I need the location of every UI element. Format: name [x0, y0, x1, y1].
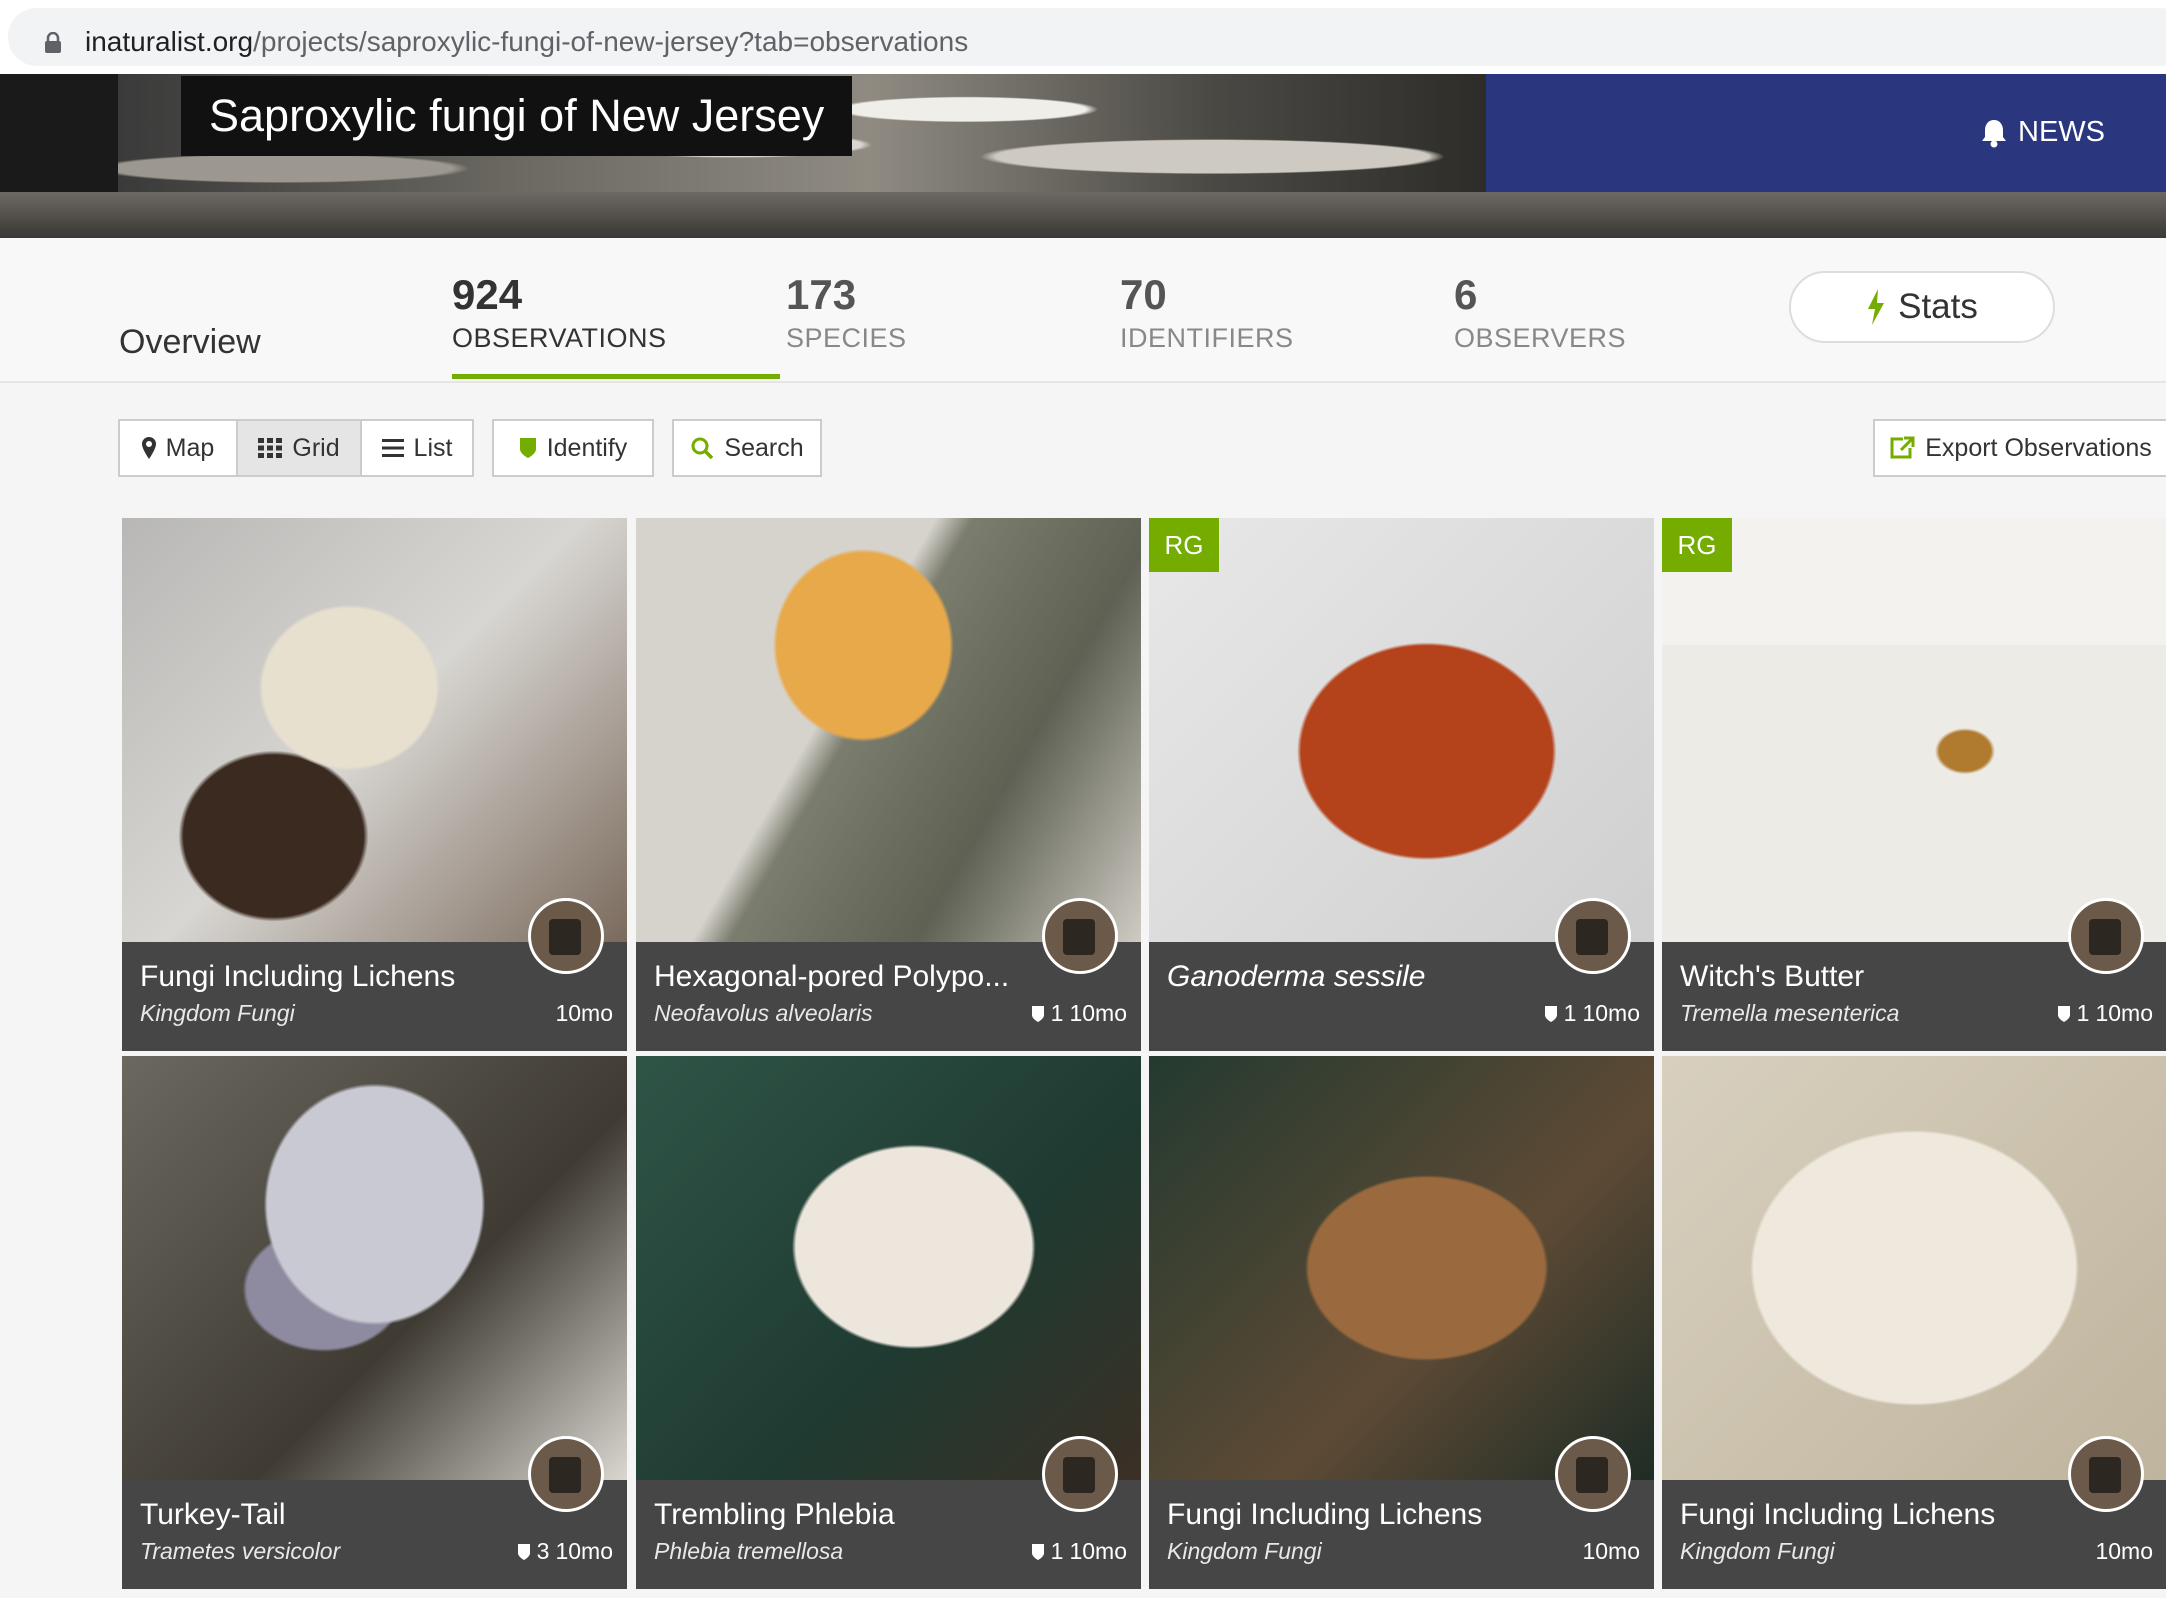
observation-photo[interactable] [1662, 518, 2166, 942]
observer-avatar[interactable] [1555, 1436, 1631, 1512]
observation-name[interactable]: Fungi Including Lichens [1167, 1498, 1482, 1532]
list-view-button[interactable]: List [360, 419, 474, 477]
identification-count-icon [1031, 1543, 1044, 1560]
observation-scientific-name: Kingdom Fungi [1167, 1538, 1322, 1564]
observer-avatar[interactable] [1555, 898, 1631, 974]
observation-card[interactable]: Fungi Including Lichens Kingdom Fungi 10mo [1149, 1056, 1654, 1589]
observation-name[interactable]: Turkey-Tail [140, 1498, 286, 1532]
observer-avatar[interactable] [1042, 898, 1118, 974]
identification-count: 1 [1050, 1000, 1064, 1026]
browser-url-bar: inaturalist.org/projects/saproxylic-fung… [0, 0, 2166, 74]
observation-age: 10mo [1582, 1000, 1640, 1026]
stats-bar: Overview 924 OBSERVATIONS 173 SPECIES 70… [0, 238, 2166, 383]
observation-scientific-name: Phlebia tremellosa [654, 1538, 844, 1564]
observation-photo[interactable] [636, 1056, 1141, 1480]
observer-avatar[interactable] [2068, 1436, 2144, 1512]
grid-view-button[interactable]: Grid [236, 419, 362, 477]
stats-button[interactable]: Stats [1789, 271, 2055, 343]
observation-scientific-name: Tremella mesenterica [1680, 1000, 1900, 1026]
external-link-icon [1890, 436, 1915, 459]
observation-scientific-name: Neofavolus alveolaris [654, 1000, 873, 1026]
news-panel: NEWS [1486, 74, 2166, 192]
lock-icon [45, 32, 61, 53]
observation-photo[interactable] [122, 518, 627, 942]
lightning-icon [1868, 289, 1885, 325]
project-title: Saproxylic fungi of New Jersey [181, 76, 853, 156]
observation-name[interactable]: Witch's Butter [1680, 960, 1864, 994]
identification-count-icon [1031, 1005, 1044, 1022]
observation-card[interactable]: Fungi Including Lichens Kingdom Fungi 10mo [1662, 1056, 2166, 1589]
identification-count: 1 [2076, 1000, 2090, 1026]
observation-meta: 1 10mo [1031, 1000, 1127, 1027]
research-grade-badge: RG [1149, 518, 1219, 572]
observation-scientific-name: Kingdom Fungi [1680, 1538, 1835, 1564]
observation-meta: 1 10mo [1031, 1538, 1127, 1565]
research-grade-badge: RG [1662, 518, 1732, 572]
tab-species[interactable]: 173 SPECIES [786, 270, 907, 356]
observation-name[interactable]: Hexagonal-pored Polypo... [654, 960, 1009, 994]
url-text[interactable]: inaturalist.org/projects/saproxylic-fung… [85, 26, 968, 58]
tab-identifiers[interactable]: 70 IDENTIFIERS [1120, 270, 1294, 356]
observation-card[interactable]: Turkey-Tail Trametes versicolor 3 10mo [122, 1056, 627, 1589]
observation-photo[interactable] [1662, 1056, 2166, 1480]
list-icon [381, 439, 404, 457]
identification-count-icon [2057, 1005, 2070, 1022]
tab-overview[interactable]: Overview [119, 323, 261, 362]
observer-avatar[interactable] [1042, 1436, 1118, 1512]
observation-photo[interactable] [1149, 518, 1654, 942]
observer-avatar[interactable] [528, 898, 604, 974]
observation-meta: 1 10mo [2057, 1000, 2153, 1027]
observation-meta: 10mo [1582, 1538, 1640, 1565]
identification-count-icon [1544, 1005, 1557, 1022]
search-icon [691, 437, 714, 460]
address-bar[interactable]: inaturalist.org/projects/saproxylic-fung… [8, 8, 2166, 66]
observation-scientific-name: Trametes versicolor [140, 1538, 341, 1564]
observation-photo[interactable] [636, 518, 1141, 942]
tab-observers[interactable]: 6 OBSERVERS [1454, 270, 1626, 356]
identification-count-icon [517, 1543, 530, 1560]
observation-name[interactable]: Ganoderma sessile [1167, 960, 1425, 994]
identification-count: 1 [1050, 1538, 1064, 1564]
bell-icon [1982, 119, 2006, 147]
observation-age: 10mo [2095, 1000, 2153, 1026]
map-view-button[interactable]: Map [118, 419, 238, 477]
export-observations-button[interactable]: Export Observations [1873, 419, 2166, 477]
active-tab-underline [452, 374, 780, 379]
identification-count: 1 [1563, 1000, 1577, 1026]
observation-age: 10mo [1069, 1538, 1127, 1564]
observation-name[interactable]: Fungi Including Lichens [1680, 1498, 1995, 1532]
observation-age: 10mo [2095, 1538, 2153, 1564]
observation-meta: 3 10mo [517, 1538, 613, 1565]
observation-meta: 1 10mo [1544, 1000, 1640, 1027]
observation-meta: 10mo [555, 1000, 613, 1027]
observer-avatar[interactable] [528, 1436, 604, 1512]
identification-count: 3 [536, 1538, 550, 1564]
identify-button[interactable]: Identify [492, 419, 654, 477]
observation-age: 10mo [1582, 1538, 1640, 1564]
observer-avatar[interactable] [2068, 898, 2144, 974]
observation-photo[interactable] [1149, 1056, 1654, 1480]
grid-icon [258, 438, 283, 458]
observation-scientific-name: Kingdom Fungi [140, 1000, 295, 1026]
observation-card[interactable]: RG Ganoderma sessile 1 10mo [1149, 518, 1654, 1051]
observation-card[interactable]: Trembling Phlebia Phlebia tremellosa 1 10mo [636, 1056, 1141, 1589]
observation-age: 10mo [1069, 1000, 1127, 1026]
observation-meta: 10mo [2095, 1538, 2153, 1565]
search-button[interactable]: Search [672, 419, 822, 477]
observation-age: 10mo [555, 1538, 613, 1564]
tab-observations[interactable]: 924 OBSERVATIONS [452, 270, 667, 356]
observation-photo[interactable] [122, 1056, 627, 1480]
observation-age: 10mo [555, 1000, 613, 1026]
observation-name[interactable]: Fungi Including Lichens [140, 960, 455, 994]
map-marker-icon [141, 437, 156, 459]
observation-card[interactable]: Fungi Including Lichens Kingdom Fungi 10mo [122, 518, 627, 1051]
observation-card[interactable]: RG Witch's Butter Tremella mesenterica 1 10m… [1662, 518, 2166, 1051]
identify-shield-icon [519, 438, 536, 458]
news-link[interactable]: NEWS [1980, 116, 2105, 149]
observation-name[interactable]: Trembling Phlebia [654, 1498, 895, 1532]
observation-card[interactable]: Hexagonal-pored Polypo... Neofavolus alve… [636, 518, 1141, 1051]
